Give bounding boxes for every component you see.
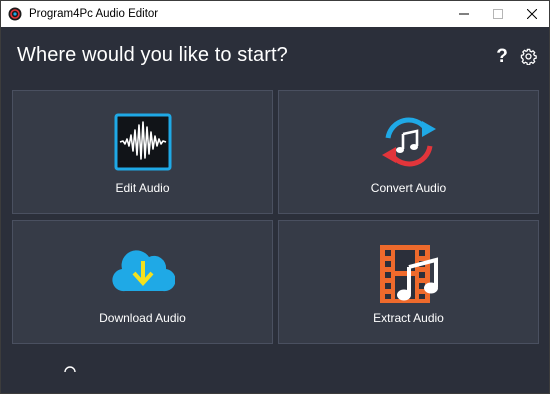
app-logo-icon — [7, 6, 23, 22]
film-music-icon — [279, 243, 538, 303]
window-controls — [447, 1, 549, 27]
gear-icon[interactable] — [520, 48, 537, 66]
convert-audio-label: Convert Audio — [370, 181, 447, 195]
extract-audio-tile[interactable]: Extract Audio — [278, 220, 539, 344]
main-panel: Where would you like to start? ? Edit Au… — [1, 27, 549, 393]
convert-music-icon — [279, 113, 538, 171]
cloud-download-icon — [13, 243, 272, 301]
page-title: Where would you like to start? — [17, 44, 288, 66]
footer-bar — [1, 354, 549, 393]
minimize-button[interactable] — [447, 1, 481, 27]
download-audio-label: Download Audio — [99, 311, 186, 325]
close-button[interactable] — [515, 1, 549, 27]
download-audio-tile[interactable]: Download Audio — [12, 220, 273, 344]
title-bar[interactable]: Program4Pc Audio Editor — [1, 1, 549, 27]
edit-audio-label: Edit Audio — [115, 181, 170, 195]
loading-spinner-icon — [63, 364, 77, 378]
waveform-icon — [13, 113, 272, 171]
window-title: Program4Pc Audio Editor — [29, 8, 159, 20]
maximize-button[interactable] — [481, 1, 515, 27]
extract-audio-label: Extract Audio — [373, 311, 444, 325]
help-icon[interactable]: ? — [494, 46, 510, 68]
convert-audio-tile[interactable]: Convert Audio — [278, 90, 539, 214]
app-window: Program4Pc Audio Editor Where would you … — [0, 0, 550, 394]
edit-audio-tile[interactable]: Edit Audio — [12, 90, 273, 214]
